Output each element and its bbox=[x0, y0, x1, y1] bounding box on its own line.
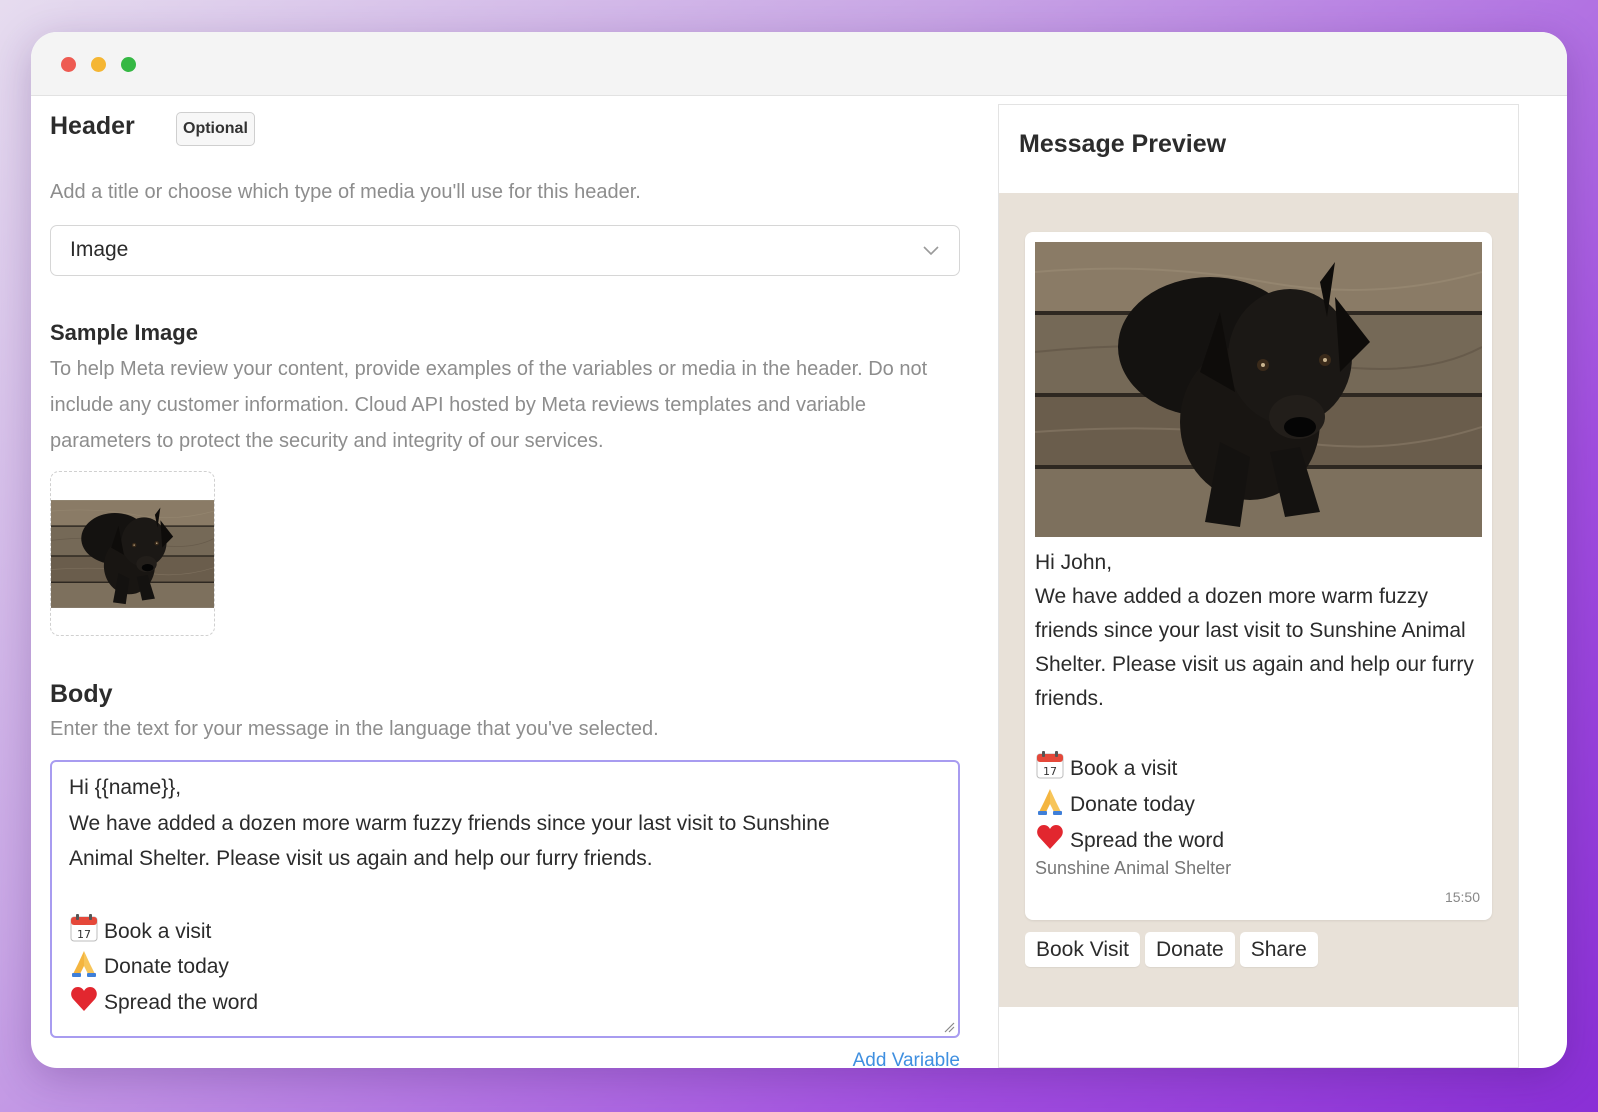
preview-header-image bbox=[1035, 242, 1482, 537]
body-line-blank bbox=[69, 877, 941, 913]
header-media-type-select[interactable]: Image bbox=[50, 225, 960, 276]
preview-body: Hi John, We have added a dozen more warm… bbox=[1035, 546, 1485, 858]
svg-text:17: 17 bbox=[77, 928, 91, 941]
body-list-item: 17 Book a visit bbox=[69, 913, 941, 949]
maximize-window-button[interactable] bbox=[121, 57, 136, 72]
body-list-item: Donate today bbox=[69, 948, 941, 984]
quick-reply-buttons: Book Visit Donate Share bbox=[1025, 932, 1318, 967]
preview-greeting: Hi John, bbox=[1035, 551, 1113, 574]
folded-hands-icon bbox=[1038, 789, 1062, 815]
chat-background: Hi John, We have added a dozen more warm… bbox=[999, 193, 1518, 1007]
template-editor: Header Optional Add a title or choose wh… bbox=[50, 96, 1010, 1068]
preview-list-item: 17 Book a visit bbox=[1035, 750, 1485, 786]
body-list-item: Spread the word bbox=[69, 984, 941, 1020]
message-preview-panel: Message Preview Hi John, We have added a… bbox=[998, 104, 1519, 1068]
close-window-button[interactable] bbox=[61, 57, 76, 72]
header-hint: Add a title or choose which type of medi… bbox=[50, 181, 641, 203]
message-preview-title: Message Preview bbox=[1019, 130, 1227, 158]
sample-image-upload[interactable] bbox=[50, 471, 215, 636]
svg-text:17: 17 bbox=[1043, 765, 1057, 778]
preview-timestamp: 15:50 bbox=[1444, 889, 1480, 905]
body-line: Animal Shelter. Please visit us again an… bbox=[69, 847, 653, 871]
sample-image-hint: To help Meta review your content, provid… bbox=[50, 358, 928, 452]
folded-hands-icon bbox=[72, 951, 96, 978]
app-window: Header Optional Add a title or choose wh… bbox=[31, 32, 1567, 1068]
body-line: Hi {{name}}, bbox=[69, 776, 182, 799]
calendar-icon: 17 bbox=[70, 913, 98, 942]
share-button[interactable]: Share bbox=[1239, 932, 1318, 967]
heart-icon bbox=[71, 987, 97, 1012]
preview-list-item: Donate today bbox=[1035, 786, 1485, 822]
preview-list-item: Spread the word bbox=[1035, 822, 1485, 858]
chevron-down-icon bbox=[923, 246, 939, 256]
header-media-type-value: Image bbox=[70, 238, 129, 261]
sample-image-thumbnail bbox=[51, 500, 214, 608]
preview-footer: Sunshine Animal Shelter bbox=[1035, 858, 1232, 878]
title-bar bbox=[31, 32, 1567, 96]
minimize-window-button[interactable] bbox=[91, 57, 106, 72]
message-bubble: Hi John, We have added a dozen more warm… bbox=[1025, 232, 1492, 920]
resize-handle-icon[interactable] bbox=[943, 1021, 955, 1033]
body-section-title: Body bbox=[50, 680, 113, 708]
preview-message: We have added a dozen more warm fuzzy fr… bbox=[1035, 585, 1474, 710]
optional-badge: Optional bbox=[176, 112, 255, 146]
body-textarea[interactable]: Hi {{name}}, We have added a dozen more … bbox=[50, 760, 960, 1038]
heart-icon bbox=[1037, 825, 1063, 849]
header-section-title: Header bbox=[50, 112, 135, 140]
sample-image-title: Sample Image bbox=[50, 320, 198, 345]
calendar-icon: 17 bbox=[1036, 751, 1064, 779]
add-variable-link[interactable]: Add Variable bbox=[853, 1050, 960, 1068]
body-hint: Enter the text for your message in the l… bbox=[50, 718, 659, 740]
donate-button[interactable]: Donate bbox=[1145, 932, 1235, 967]
body-line: We have added a dozen more warm fuzzy fr… bbox=[69, 811, 830, 835]
book-visit-button[interactable]: Book Visit bbox=[1025, 932, 1140, 967]
